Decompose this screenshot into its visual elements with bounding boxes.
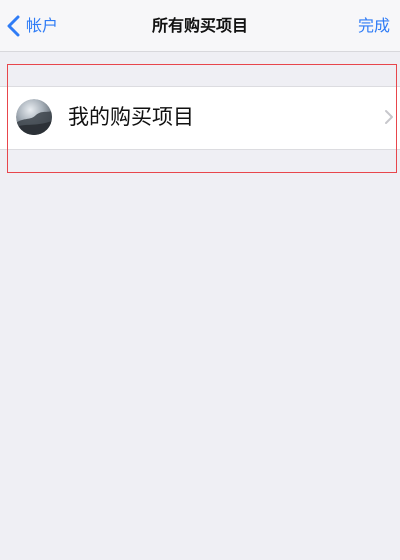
list-item-label: 我的购买项目 <box>68 105 194 129</box>
avatar <box>16 99 52 135</box>
purchases-list: 我的购买项目 <box>0 86 400 150</box>
page-title: 所有购买项目 <box>151 16 248 35</box>
done-button[interactable]: 完成 <box>358 13 390 39</box>
avatar-icon <box>16 99 52 135</box>
list-item-my-purchases[interactable]: 我的购买项目 <box>0 87 400 149</box>
navigation-bar: 帐户 所有购买项目 完成 <box>0 0 400 52</box>
chevron-right-icon <box>385 110 393 124</box>
